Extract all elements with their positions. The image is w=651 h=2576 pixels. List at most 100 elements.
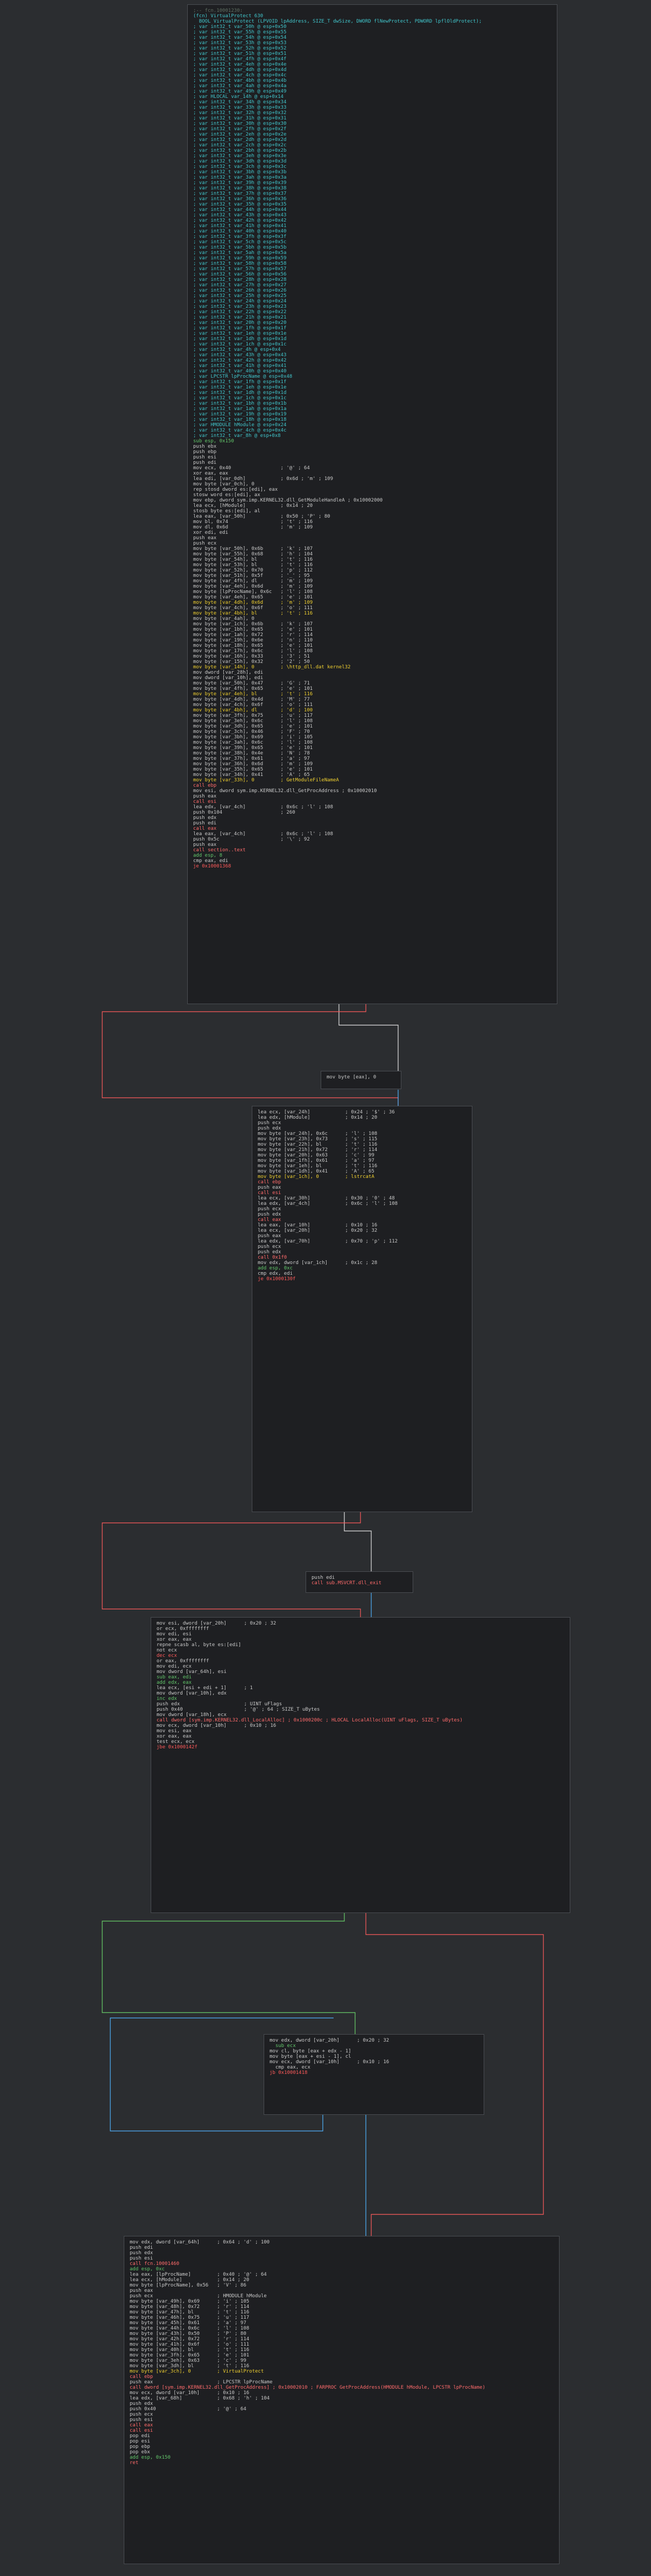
code-line[interactable]: mov byte [var_4eh], 0x65 ; 'e' ; 101 bbox=[193, 595, 551, 600]
code-line[interactable]: ; var int32_t var_40h @ esp+0x40 bbox=[193, 229, 551, 234]
code-line[interactable]: mov cl, byte [eax + edx - 1] bbox=[270, 2049, 478, 2054]
code-line[interactable]: push 0x40 ; '@' ; 64 bbox=[130, 2406, 554, 2412]
code-line[interactable]: push 0x5c ; '\' ; 92 bbox=[193, 837, 551, 842]
code-line[interactable]: ; var int32_t var_41h @ esp+0x41 bbox=[193, 363, 551, 369]
code-line[interactable]: push edx ; UINT uFlags bbox=[157, 1702, 564, 1707]
code-line[interactable]: push ecx bbox=[193, 541, 551, 546]
code-block-copy-loop[interactable]: mov edx, dword [var_20h] ; 0x20 ; 32 sub… bbox=[264, 2034, 484, 2115]
code-block-localalloc[interactable]: mov esi, dword [var_20h] ; 0x20 ; 32 or e… bbox=[151, 1617, 570, 1913]
code-line[interactable]: mov byte [var_21h], 0x72 ; 'r' ; 114 bbox=[258, 1147, 466, 1153]
code-line[interactable]: call esi bbox=[130, 2428, 554, 2433]
code-line[interactable]: ; var int32_t var_24h @ esp+0x24 bbox=[193, 299, 551, 304]
code-line[interactable]: ; var int32_t var_31h @ esp+0x31 bbox=[193, 116, 551, 121]
code-line[interactable]: mov byte [var_39h], 0x65 ; 'e' ; 101 bbox=[193, 745, 551, 751]
code-line[interactable]: mov esi, dword sym.imp.KERNEL32.dll_GetP… bbox=[193, 788, 551, 794]
code-line[interactable]: push ecx bbox=[130, 2412, 554, 2417]
code-line[interactable]: mov byte [var_3dh], 0x65 ; 'e' ; 101 bbox=[193, 724, 551, 729]
code-line[interactable]: ; var int32_t var_23h @ esp+0x23 bbox=[193, 304, 551, 309]
code-line[interactable]: ; var int32_t var_1ch @ esp+0x1c bbox=[193, 342, 551, 347]
code-line[interactable]: pop esi bbox=[130, 2439, 554, 2444]
code-line[interactable]: mov byte [var_44h], 0x6c ; 'l' ; 108 bbox=[130, 2326, 554, 2331]
code-line[interactable]: inc edx bbox=[157, 1696, 564, 1702]
code-line[interactable]: ; var int32_t var_5ah @ esp+0x5a bbox=[193, 250, 551, 256]
code-line[interactable]: ; var int32_t var_3ch @ esp+0x3c bbox=[193, 164, 551, 170]
code-line[interactable]: ; var int32_t var_35h @ esp+0x35 bbox=[193, 202, 551, 207]
code-line[interactable]: xor edi, edi bbox=[193, 530, 551, 535]
code-line[interactable]: ; var int32_t var_58h @ esp+0x58 bbox=[193, 261, 551, 266]
code-line[interactable]: add edx, eax bbox=[157, 1680, 564, 1685]
code-line[interactable]: ; var int32_t var_55h @ esp+0x55 bbox=[193, 30, 551, 35]
code-line[interactable]: mov byte [var_33h], 0 ; GetModuleFileNam… bbox=[193, 778, 551, 783]
code-line[interactable]: mov byte [var_1eh], bl ; 't' ; 116 bbox=[258, 1163, 466, 1169]
code-line[interactable]: mov byte [var_4fh], dl ; 'm' ; 109 bbox=[193, 578, 551, 584]
code-line[interactable]: mov byte [var_38h], 0x4e ; 'N' ; 78 bbox=[193, 751, 551, 756]
code-line[interactable]: ; var int32_t var_41h @ esp+0x41 bbox=[193, 223, 551, 229]
code-line[interactable]: ; var int32_t var_4ch @ esp+0x4c bbox=[193, 73, 551, 78]
code-line[interactable]: ; var int32_t var_37h @ esp+0x37 bbox=[193, 191, 551, 196]
code-line[interactable]: ; var HLOCAL var_14h @ esp+0x14 bbox=[193, 94, 551, 100]
code-line[interactable]: ; var HMODULE hModule @ esp+0x24 bbox=[193, 422, 551, 428]
code-line[interactable]: mov dword [var_10h], edx bbox=[157, 1691, 564, 1696]
code-line[interactable]: push edi bbox=[193, 821, 551, 826]
code-line[interactable]: mov byte [var_14h], 0 ; \http_dll.dat ke… bbox=[193, 665, 551, 670]
code-line[interactable]: mov byte [var_47h], bl ; 't' ; 116 bbox=[130, 2310, 554, 2315]
code-line[interactable]: ; var int32_t var_3fh @ esp+0x3f bbox=[193, 234, 551, 239]
code-line[interactable]: mov byte [var_3bh], 0x69 ; 'i' ; 105 bbox=[193, 735, 551, 740]
code-line[interactable]: (fcn) VirtualProtect 630 bbox=[193, 13, 551, 19]
code-line[interactable]: mov byte [var_3eh], 0x63 ; 'c' ; 99 bbox=[130, 2358, 554, 2363]
code-line[interactable]: mov byte [var_36h], 0x6d ; 'm' ; 109 bbox=[193, 761, 551, 767]
code-line[interactable]: mov byte [var_46h], 0x75 ; 'u' ; 117 bbox=[130, 2315, 554, 2320]
code-line[interactable]: mov edx, dword [var_1ch] ; 0x1c ; 28 bbox=[258, 1260, 466, 1266]
code-line[interactable]: call eax bbox=[258, 1217, 466, 1223]
code-line[interactable]: mov byte [var_45h], 0x61 ; 'a' ; 97 bbox=[130, 2320, 554, 2326]
code-line[interactable]: lea edi, [var_0dh] ; 0x6d ; 'm' ; 109 bbox=[193, 476, 551, 482]
code-line[interactable]: mov byte [lpProcName], 0x6c ; 'l' ; 108 bbox=[193, 589, 551, 595]
code-line[interactable]: ; var int32_t var_39h @ esp+0x39 bbox=[193, 180, 551, 186]
code-line[interactable]: call 0x1f0 bbox=[258, 1255, 466, 1260]
code-line[interactable]: mov byte [lpProcName], 0x56 ; 'V' ; 86 bbox=[130, 2283, 554, 2288]
code-line[interactable]: mov byte [var_42h], 0x72 ; 'r' ; 114 bbox=[130, 2337, 554, 2342]
code-line[interactable]: mov byte [var_50h], 0x6b ; 'k' ; 107 bbox=[193, 546, 551, 552]
code-line[interactable]: ; var int32_t var_4ch @ esp+0x4c bbox=[193, 428, 551, 433]
code-line[interactable]: ; var int32_t var_34h @ esp+0x34 bbox=[193, 100, 551, 105]
code-line[interactable]: add esp, 0xc bbox=[130, 2267, 554, 2272]
code-block-lstrcat[interactable]: lea ecx, [var_24h] ; 0x24 ; '$' ; 36 lea … bbox=[252, 1106, 472, 1512]
code-line[interactable]: mov esi, dword [var_20h] ; 0x20 ; 32 bbox=[157, 1621, 564, 1626]
code-line[interactable]: mov byte [var_4ch], 0x6f ; 'o' ; 111 bbox=[193, 702, 551, 708]
code-line[interactable]: ; var int32_t var_30h @ esp+0x30 bbox=[193, 121, 551, 126]
code-line[interactable]: lea edx, [var_68h] ; 0x68 ; 'h' ; 104 bbox=[130, 2396, 554, 2401]
code-line[interactable]: mov bl, 0x74 ; 't' ; 116 bbox=[193, 519, 551, 525]
code-line[interactable]: dec ecx bbox=[157, 1653, 564, 1658]
code-line[interactable]: mov byte [var_35h], 0x65 ; 'e' ; 101 bbox=[193, 767, 551, 772]
code-line[interactable]: mov byte [var_4bh], bl ; 't' ; 116 bbox=[193, 611, 551, 616]
code-line[interactable]: mov byte [var_3fh], 0x65 ; 'e' ; 101 bbox=[130, 2353, 554, 2358]
code-line[interactable]: lea eax, [lpProcName] ; 0x40 ; '@' ; 64 bbox=[130, 2272, 554, 2277]
code-line[interactable]: mov byte [var_15h], 0x32 ; '2' ; 50 bbox=[193, 659, 551, 665]
code-line[interactable]: call esi bbox=[193, 799, 551, 804]
code-line[interactable]: ; var int32_t var_54h @ esp+0x54 bbox=[193, 35, 551, 40]
code-line[interactable]: mov byte [eax], 0 bbox=[327, 1075, 395, 1080]
code-line[interactable]: ;-- fcn.10001230: bbox=[193, 8, 551, 13]
code-line[interactable]: ; var int32_t var_1ah @ esp+0x1a bbox=[193, 406, 551, 412]
code-line[interactable]: sub esp, 0x150 bbox=[193, 439, 551, 444]
code-line[interactable]: ; var int32_t var_43h @ esp+0x43 bbox=[193, 213, 551, 218]
code-line[interactable]: ; var int32_t var_1dh @ esp+0x1d bbox=[193, 390, 551, 396]
code-line[interactable]: ; var LPCSTR lpProcName @ esp+0x48 bbox=[193, 374, 551, 379]
code-line[interactable]: ; var int32_t var_44h @ esp+0x44 bbox=[193, 207, 551, 213]
code-line[interactable]: push 0x104 ; 260 bbox=[193, 810, 551, 815]
code-line[interactable]: ; var int32_t var_40h @ esp+0x40 bbox=[193, 369, 551, 374]
code-line[interactable]: mov byte [var_1ch], 0x6b ; 'k' ; 107 bbox=[193, 622, 551, 627]
code-line[interactable]: lea eax, [var_4ch] ; 0x6c ; 'l' ; 108 bbox=[193, 831, 551, 837]
code-line[interactable]: stosw word es:[edi], ax bbox=[193, 492, 551, 498]
code-line[interactable]: ; var int32_t var_36h @ esp+0x36 bbox=[193, 196, 551, 202]
code-block-entry[interactable]: ;-- fcn.10001230: (fcn) VirtualProtect 63… bbox=[187, 4, 557, 1004]
code-line[interactable]: ; var int32_t var_3bh @ esp+0x3b bbox=[193, 170, 551, 175]
code-line[interactable]: lea ecx, [var_30h] ; 0x30 ; '0' ; 48 bbox=[258, 1196, 466, 1201]
code-line[interactable]: mov byte [var_4eh], 0x6d ; 'm' ; 109 bbox=[193, 584, 551, 589]
code-line[interactable]: sub eax, edi bbox=[157, 1675, 564, 1680]
code-line[interactable]: ; var int32_t var_1fh @ esp+0x1f bbox=[193, 379, 551, 385]
code-line[interactable]: ret bbox=[130, 2460, 554, 2466]
code-line[interactable]: sub ecx bbox=[270, 2043, 478, 2049]
code-block-virtualprotect[interactable]: mov edx, dword [var_64h] ; 0x64 ; 'd' ; … bbox=[124, 2236, 560, 2564]
code-line[interactable]: ; var int32_t var_4fh @ esp+0x4f bbox=[193, 57, 551, 62]
